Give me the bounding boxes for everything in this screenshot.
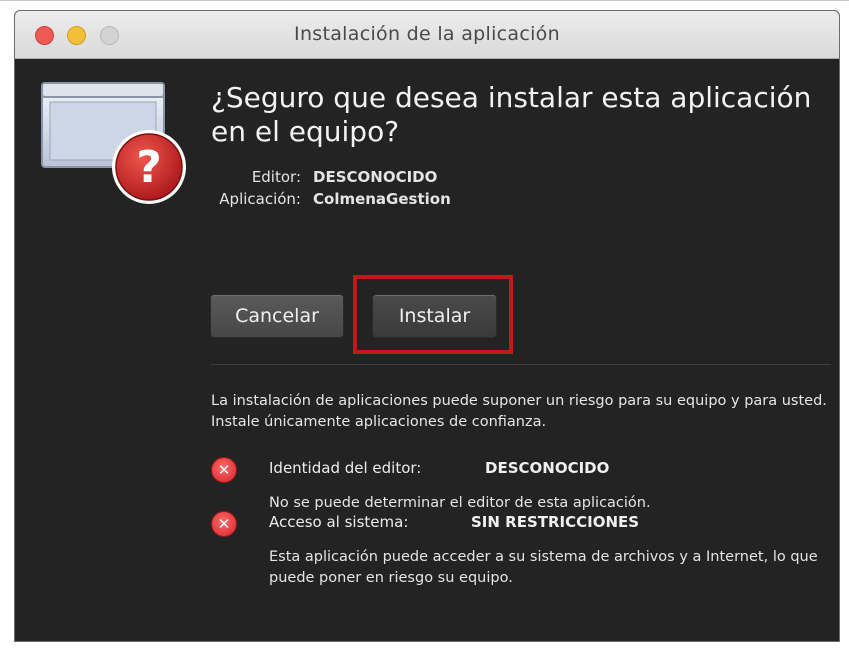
system-access-value: SIN RESTRICCIONES [471,513,640,531]
window-question-icon: ? [41,82,186,204]
title-bar[interactable]: Instalación de la aplicación [15,11,839,59]
install-dialog-window: Instalación de la aplicación ? ¿Seguro q… [14,10,840,642]
install-question-heading: ¿Seguro que desea instalar esta aplicaci… [211,81,812,148]
divider [211,364,831,365]
application-value: ColmenaGestion [313,190,451,208]
publisher-identity-description: No se puede determinar el editor de esta… [269,495,651,511]
publisher-label: Editor: [251,168,301,186]
publisher-identity-value: DESCONOCIDO [485,459,610,477]
cancel-button[interactable]: Cancelar [210,294,344,338]
error-x-icon: ✕ [211,511,237,537]
install-highlight-box [353,275,513,354]
svg-text:?: ? [136,142,162,193]
system-access-label: Acceso al sistema: [269,513,409,531]
security-warning-text: La instalación de aplicaciones puede sup… [211,393,827,430]
application-label: Aplicación: [219,190,301,208]
publisher-value: DESCONOCIDO [313,168,438,186]
error-x-icon: ✕ [211,457,237,483]
window-title: Instalación de la aplicación [294,23,560,45]
publisher-identity-label: Identidad del editor: [269,459,422,477]
background-edge [0,0,849,1]
system-access-description: Esta aplicación puede acceder a su siste… [269,549,818,586]
